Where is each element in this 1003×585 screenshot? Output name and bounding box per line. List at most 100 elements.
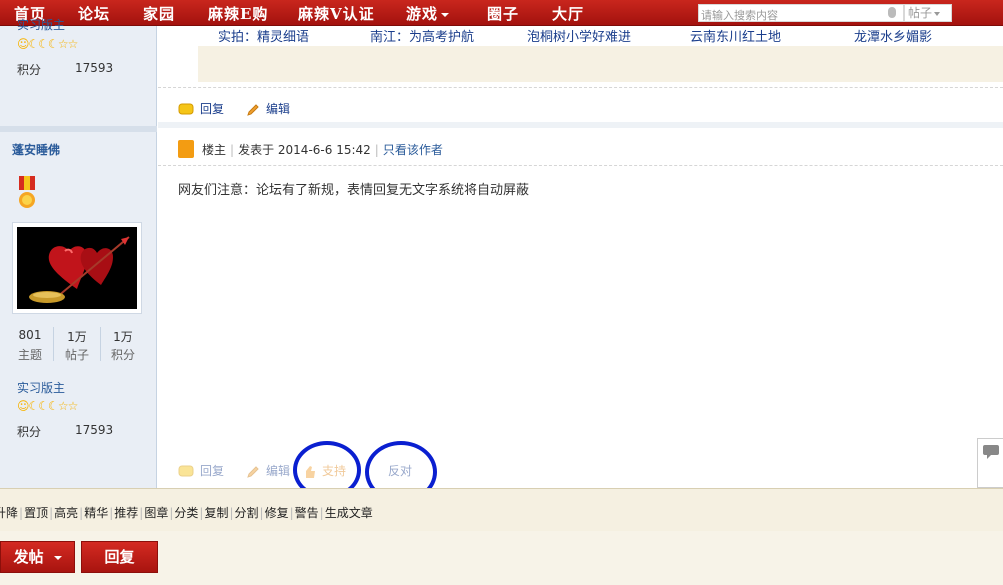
mod-tool[interactable]: 精华 [84,506,108,520]
stat-divider [100,327,101,361]
prev-edit-label: 编辑 [266,102,291,116]
hearts-image [17,227,137,309]
sidebar-separator [0,126,157,132]
post-content-area: 实拍：精灵细语 南江：为高考护航 泡桐树小学好难进 云南东川红土地 龙潭水乡媚影… [158,26,1003,503]
strip-link[interactable]: 实拍：精灵细语 [218,26,309,45]
author-rank[interactable]: 实习版主 [17,379,65,396]
mod-tools: 升降|置顶|高亮|精华|推荐|图章|分类|复制|分割|修复|警告|生成文章 [0,504,373,521]
nav-circles[interactable]: 圈子 [487,3,519,24]
bottom-action-bar: 发帖 回复 [0,531,1003,585]
mod-tool[interactable]: 置顶 [24,506,48,520]
prev-author-level-icons: ☺☾☾☾☆☆ [17,37,79,51]
prev-author-score-value: 17593 [75,61,114,75]
search-placeholder: 请输入搜索内容 [701,9,778,22]
strip-link[interactable]: 龙潭水乡媚影 [854,26,932,45]
stat-score-value[interactable]: 1万 [103,328,143,345]
mod-tool[interactable]: 警告 [295,506,319,520]
mod-tool[interactable]: 高亮 [54,506,78,520]
comment-icon [983,445,999,459]
nav-games[interactable]: 游戏 [406,3,450,24]
moon-icon: ☾ [48,399,59,413]
author-score-value: 17593 [75,423,114,437]
author-name[interactable]: 蓬安睡佛 [12,141,60,158]
moderator-toolbar: 升降|置顶|高亮|精华|推荐|图章|分类|复制|分割|修复|警告|生成文章 [0,488,1003,531]
mod-tool[interactable]: 分割 [235,506,259,520]
prev-reply-button[interactable]: 回复 [178,100,224,117]
chevron-down-icon [53,555,62,560]
moon-icon: ☾ [38,37,49,51]
star-icon: ☆ [57,399,69,413]
star-icon: ☆ [67,37,79,51]
mod-tool[interactable]: 复制 [204,506,228,520]
divider [158,165,1003,166]
op-user-icon [178,140,194,158]
medal-icon [19,176,35,208]
chevron-down-icon [934,11,941,16]
mod-tool[interactable]: 分类 [174,506,198,520]
pencil-icon [247,465,259,478]
search-type-value: 帖子 [908,6,933,20]
posted-prefix: 发表于 [238,143,275,157]
stat-posts-value[interactable]: 1万 [57,328,97,345]
link-strip [198,46,1003,82]
stat-posts-label: 帖子 [64,348,89,362]
strip-link[interactable]: 云南东川红土地 [690,26,781,45]
avatar-image [17,227,137,309]
star-icon: ☆ [57,37,69,51]
edit-button[interactable]: 编辑 [246,462,290,479]
prev-edit-button[interactable]: 编辑 [246,100,290,117]
moon-icon: ☾ [48,37,59,51]
moon-icon: ☾ [28,37,40,51]
nav-hall[interactable]: 大厅 [552,3,584,24]
divider [158,87,1003,88]
strip-link[interactable]: 南江：为高考护航 [370,26,474,45]
pencil-icon [247,103,259,116]
prev-reply-label: 回复 [200,102,225,116]
search-type-select[interactable]: 帖子 [904,4,952,22]
floating-side-widget[interactable] [977,438,1003,488]
reply-main-button[interactable]: 回复 [81,541,158,573]
strip-link[interactable]: 泡桐树小学好难进 [527,26,631,45]
only-author-link[interactable]: 只看该作者 [383,143,443,157]
mod-tool[interactable]: 修复 [265,506,289,520]
post-meta: 楼主 | 发表于 2014-6-6 15:42 | 只看该作者 [202,143,443,157]
post-body: 网友们注意：论坛有了新规，表情回复无文字系统将自动屏蔽 [178,183,530,198]
op-label: 楼主 [202,143,227,157]
author-score-label: 积分 [17,425,42,439]
chevron-down-icon [441,13,450,17]
nav-home-space[interactable]: 家园 [143,3,175,24]
search-input[interactable]: 请输入搜索内容 [698,4,904,22]
mod-tool[interactable]: 升降 [0,506,18,520]
reply-icon [178,103,194,114]
nav-forum[interactable]: 论坛 [78,3,110,24]
reply-main-label: 回复 [104,548,135,566]
moon-icon: ☾ [38,399,49,413]
smiley-icon: ☺ [17,37,29,51]
top-navigation: 首页 论坛 家园 麻辣E购 麻辣V认证 游戏 圈子 大厅 请输入搜索内容 帖子 [0,0,1003,26]
nav-games-label: 游戏 [406,5,439,23]
moon-icon: ☾ [28,399,40,413]
author-sidebar: 实习版主 ☺☾☾☾☆☆ 积分 17593 蓬安睡佛 801 主题 1万 帖子 1… [0,18,157,488]
author-level-icons: ☺☾☾☾☆☆ [17,399,79,413]
nav-eshop[interactable]: 麻辣E购 [208,3,268,24]
edit-label: 编辑 [266,464,291,478]
nav-v-verify[interactable]: 麻辣V认证 [298,3,375,24]
stat-score-label: 积分 [110,348,135,362]
stat-topics-label: 主题 [17,348,42,362]
stat-topics-value[interactable]: 801 [10,328,50,342]
reply-label: 回复 [200,464,225,478]
star-icon: ☆ [67,399,79,413]
mod-tool[interactable]: 图章 [144,506,168,520]
reply-button[interactable]: 回复 [178,462,224,479]
smiley-icon: ☺ [17,399,29,413]
microphone-icon[interactable] [888,7,896,18]
new-post-button[interactable]: 发帖 [0,541,75,573]
avatar[interactable] [12,222,142,314]
posted-time: 2014-6-6 15:42 [277,143,371,157]
prev-author-score-label: 积分 [17,63,42,77]
mod-tool[interactable]: 生成文章 [325,506,373,520]
mod-tool[interactable]: 推荐 [114,506,138,520]
prev-author-rank: 实习版主 [17,18,66,32]
stat-divider [53,327,54,361]
reply-icon [178,465,194,476]
